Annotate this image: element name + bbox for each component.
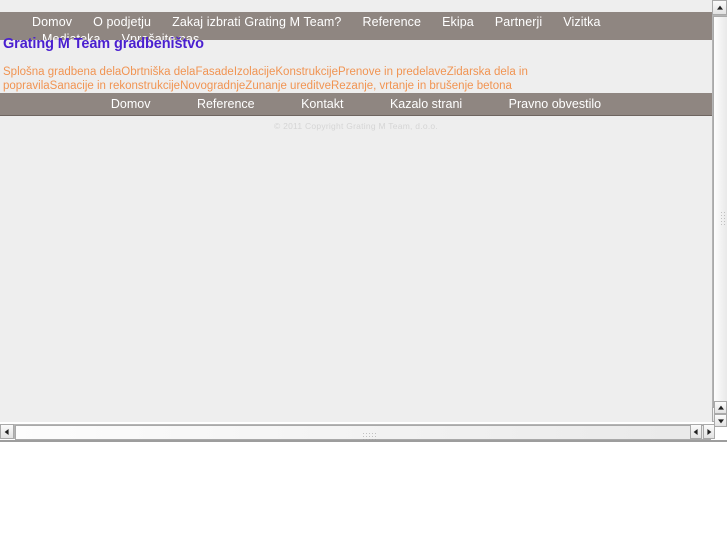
top-nav-item-reference[interactable]: Reference (362, 12, 421, 32)
top-nav-item-ekipa[interactable]: Ekipa (442, 12, 474, 32)
service-link-obrtniska-dela[interactable]: Obrtniška dela (121, 66, 195, 78)
outer-scroll-up-arrow-icon[interactable] (714, 401, 727, 414)
outer-vertical-scrollbar[interactable] (714, 401, 727, 427)
page-viewport: Domov O podjetju Zakaj izbrati Grating M T… (0, 0, 712, 422)
horizontal-scrollbar[interactable] (0, 424, 712, 440)
vertical-scrollbar[interactable] (712, 0, 727, 422)
vertical-scrollbar-track[interactable] (712, 15, 727, 408)
top-nav-item-vizitka[interactable]: Vizitka (563, 12, 600, 32)
service-link-fasade[interactable]: Fasade (195, 66, 233, 78)
horizontal-scrollbar-thumb[interactable] (15, 425, 711, 440)
service-link-zunanje-ureditve[interactable]: Zunanje ureditve (245, 80, 331, 92)
footer-navigation-bar: Domov Reference Kontakt Kazalo strani Pr… (0, 93, 712, 116)
top-nav-item-partnerji[interactable]: Partnerji (495, 12, 542, 32)
service-link-konstrukcije[interactable]: Konstrukcije (275, 66, 338, 78)
service-link-splosna-gradbena-dela[interactable]: Splošna gradbena dela (3, 66, 121, 78)
service-link-novogradnje[interactable]: Novogradnje (180, 80, 245, 92)
footer-nav-item-kontakt[interactable]: Kontakt (301, 93, 343, 115)
page-title: Grating M Team gradbeništvo (3, 36, 204, 52)
scroll-up-arrow-icon[interactable] (712, 0, 727, 15)
footer-nav-item-domov[interactable]: Domov (111, 93, 151, 115)
outer-scroll-down-arrow-icon[interactable] (714, 414, 727, 427)
footer-nav-item-kazalo-strani[interactable]: Kazalo strani (390, 93, 462, 115)
vertical-scrollbar-thumb[interactable] (713, 16, 727, 408)
scroll-left-arrow-icon[interactable] (0, 424, 14, 439)
copyright-notice: © 2011 Copyright Grating M Team, d.o.o. (273, 121, 439, 131)
horizontal-scrollbar-track[interactable] (14, 424, 712, 440)
footer-nav-item-reference[interactable]: Reference (197, 93, 255, 115)
nav-back-arrow-icon[interactable] (690, 424, 702, 439)
service-link-prenove-in-predelave[interactable]: Prenove in predelave (338, 66, 447, 78)
browser-frame: Domov O podjetju Zakaj izbrati Grating M T… (0, 0, 727, 443)
service-link-izolacije[interactable]: Izolacije (234, 66, 276, 78)
service-link-rezanje-vrtanje-brusenje[interactable]: Rezanje, vrtanje in brušenje betona (331, 80, 512, 92)
corner-navigation-buttons[interactable] (690, 424, 715, 439)
service-link-sanacije-rekonstrukcije[interactable]: Sanacije in rekonstrukcije (50, 80, 180, 92)
footer-nav-item-pravno-obvestilo[interactable]: Pravno obvestilo (509, 93, 601, 115)
desktop-background (0, 442, 727, 545)
services-link-list: Splošna gradbena delaObrtniška delaFasad… (3, 65, 603, 93)
